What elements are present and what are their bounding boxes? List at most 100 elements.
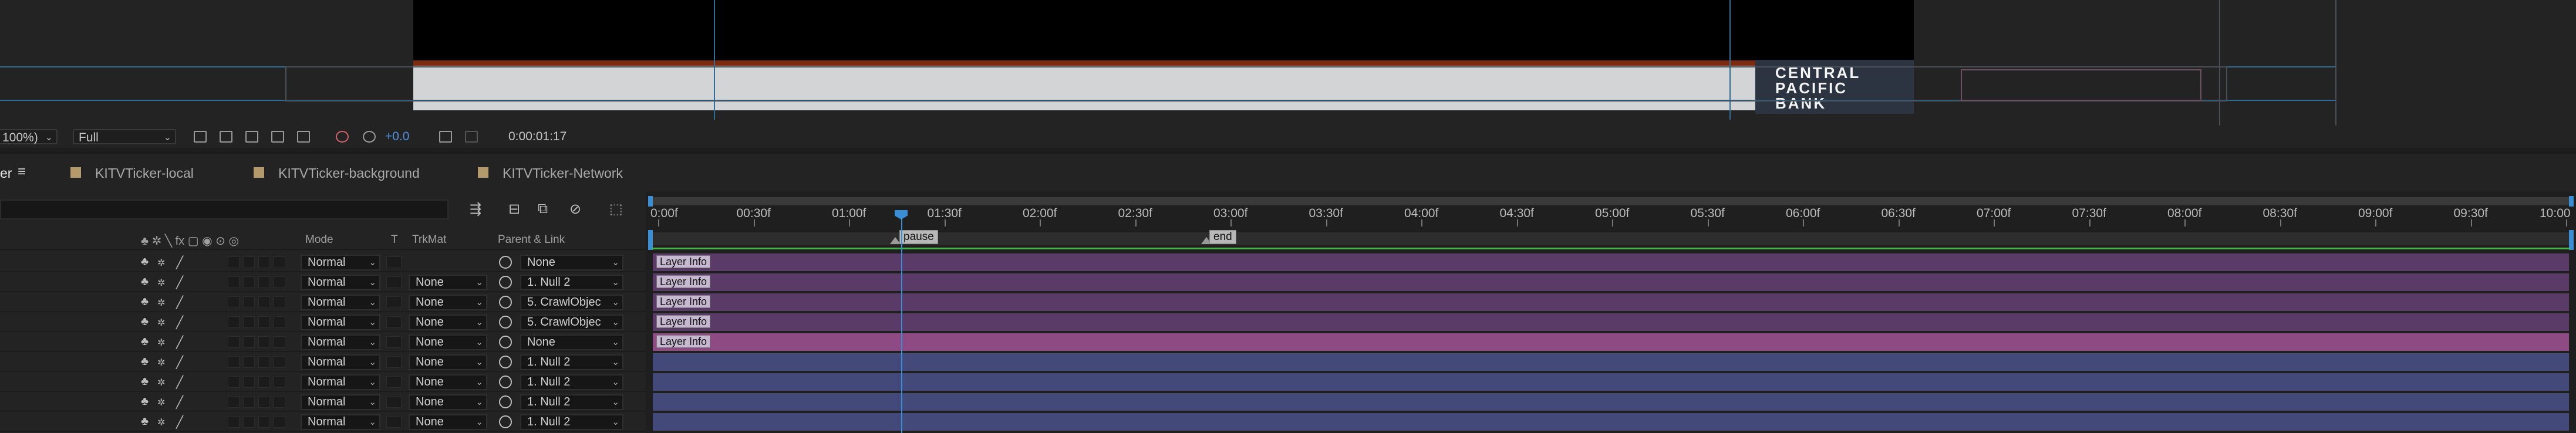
motion-blur-switch[interactable] <box>258 316 270 328</box>
exposure-value[interactable]: +0.0 <box>385 129 409 144</box>
layer-duration-bar[interactable] <box>653 353 2569 371</box>
shy-layers-icon[interactable]: ⧉ <box>538 201 548 217</box>
trkmat-column-header[interactable]: TrkMat <box>412 234 446 246</box>
layer-duration-bar[interactable]: Layer Info <box>653 273 2569 291</box>
current-time-indicator[interactable] <box>901 218 902 433</box>
guide-vertical-right[interactable] <box>1729 0 1731 120</box>
shy-icon[interactable]: ♣ <box>141 395 149 408</box>
layer-row[interactable]: ♣ ✲ ╱ Normal ⌄ None ⌄ <box>0 252 646 272</box>
mode-dropdown[interactable]: Normal ⌄ <box>301 394 380 410</box>
layer-duration-bar[interactable]: Layer Info <box>653 313 2569 331</box>
graph-editor-icon[interactable]: ⬚ <box>609 201 623 218</box>
motion-blur-switch[interactable] <box>258 356 270 368</box>
layer-duration-bar[interactable]: Layer Info <box>653 333 2569 351</box>
layer-row[interactable]: ♣ ✲ ╱ Normal ⌄ None ⌄ 1. Null 2 ⌄ <box>0 412 646 432</box>
preserve-transparency-switch[interactable] <box>386 256 402 268</box>
shy-icon[interactable]: ♣ <box>141 355 149 368</box>
effect-switch[interactable] <box>228 396 240 408</box>
viewer-timecode[interactable]: 0:00:01:17 <box>508 129 567 144</box>
quality-icon[interactable]: ╱ <box>176 295 183 310</box>
quality-icon[interactable]: ╱ <box>176 255 183 270</box>
quality-icon[interactable]: ╱ <box>176 415 183 429</box>
motion-blur-switch[interactable] <box>258 336 270 348</box>
layer-row[interactable]: ♣ ✲ ╱ Normal ⌄ None ⌄ 1. Null 2 ⌄ <box>0 272 646 292</box>
layer-marker-tag[interactable]: Layer Info <box>656 295 711 308</box>
effect-switch[interactable] <box>228 296 240 308</box>
work-area-start-handle[interactable] <box>648 196 653 207</box>
collapse-icon[interactable]: ✲ <box>157 257 165 269</box>
zoom-dropdown[interactable]: 100%) ⌄ <box>0 129 58 144</box>
layer-search-input[interactable] <box>0 199 449 219</box>
trkmat-dropdown[interactable]: None ⌄ <box>409 374 487 390</box>
region-icon[interactable] <box>194 131 207 143</box>
layer-marker-tag[interactable]: Layer Info <box>656 275 711 288</box>
effect-switch[interactable] <box>228 356 240 368</box>
adjustment-switch[interactable] <box>274 316 285 328</box>
mode-dropdown[interactable]: Normal ⌄ <box>301 374 380 390</box>
parent-dropdown[interactable]: None ⌄ <box>520 334 623 350</box>
collapse-icon[interactable]: ✲ <box>157 397 165 408</box>
shy-icon[interactable]: ♣ <box>141 375 149 388</box>
preserve-transparency-switch[interactable] <box>386 276 402 288</box>
frame-blend-switch[interactable] <box>243 296 255 308</box>
parent-dropdown[interactable]: None ⌄ <box>520 255 623 270</box>
quality-icon[interactable]: ╱ <box>176 355 183 370</box>
layer-row[interactable]: ♣ ✲ ╱ Normal ⌄ None ⌄ 1. Null 2 ⌄ <box>0 352 646 372</box>
mode-dropdown[interactable]: Normal ⌄ <box>301 334 380 350</box>
layer-row[interactable]: ♣ ✲ ╱ Normal ⌄ None ⌄ 1. Null 2 ⌄ <box>0 372 646 392</box>
preserve-transparency-switch[interactable] <box>386 296 402 308</box>
snapshot-icon[interactable] <box>465 131 478 143</box>
preserve-transparency-switch[interactable] <box>386 416 402 428</box>
frame-blend-switch[interactable] <box>243 316 255 328</box>
effect-switch[interactable] <box>228 336 240 348</box>
work-area-end-handle[interactable] <box>2569 196 2574 207</box>
collapse-icon[interactable]: ✲ <box>157 417 165 428</box>
pickwhip-icon[interactable] <box>499 395 512 408</box>
mode-dropdown[interactable]: Normal ⌄ <box>301 295 380 310</box>
pickwhip-icon[interactable] <box>499 376 512 388</box>
collapse-icon[interactable]: ✲ <box>157 337 165 349</box>
work-area-bar[interactable] <box>652 197 2570 205</box>
adjustment-switch[interactable] <box>274 256 285 268</box>
preserve-transparency-switch[interactable] <box>386 356 402 368</box>
pickwhip-icon[interactable] <box>499 256 512 269</box>
layer-row[interactable]: ♣ ✲ ╱ Normal ⌄ None ⌄ 5. CrawlObjec ⌄ <box>0 292 646 312</box>
tab-kitvticker-background[interactable]: KITVTicker-background <box>254 164 453 182</box>
exposure-icon[interactable] <box>363 131 376 143</box>
pickwhip-icon[interactable] <box>499 336 512 349</box>
parent-dropdown[interactable]: 5. CrawlObjec ⌄ <box>520 295 623 310</box>
layer-duration-bar[interactable] <box>653 393 2569 411</box>
guide-vertical-left[interactable] <box>714 0 715 120</box>
motion-blur-icon[interactable]: ⊘ <box>569 201 581 218</box>
trkmat-dropdown[interactable]: None ⌄ <box>409 394 487 410</box>
mask-icon[interactable] <box>245 131 258 143</box>
motion-blur-switch[interactable] <box>258 296 270 308</box>
layer-marker-tag[interactable]: Layer Info <box>656 315 711 328</box>
shy-icon[interactable]: ♣ <box>141 415 149 428</box>
frame-blend-switch[interactable] <box>243 336 255 348</box>
adjustment-switch[interactable] <box>274 336 285 348</box>
draft-3d-icon[interactable]: ⊟ <box>508 201 520 218</box>
menu-icon[interactable]: ≡ <box>18 163 26 181</box>
camera-icon[interactable] <box>439 131 452 143</box>
motion-blur-switch[interactable] <box>258 256 270 268</box>
parent-dropdown[interactable]: 5. CrawlObjec ⌄ <box>520 314 623 330</box>
marker-pause[interactable]: pause <box>899 230 938 244</box>
layer-duration-bar[interactable]: Layer Info <box>653 253 2569 271</box>
trkmat-dropdown[interactable]: None ⌄ <box>409 275 487 290</box>
layer-duration-bar[interactable] <box>653 373 2569 391</box>
trkmat-dropdown[interactable]: None ⌄ <box>409 314 487 330</box>
preserve-transparency-switch[interactable] <box>386 316 402 328</box>
3d-view-icon[interactable] <box>297 131 310 143</box>
frame-blend-switch[interactable] <box>243 276 255 288</box>
color-wheel-icon[interactable] <box>336 131 349 143</box>
transparency-grid-icon[interactable] <box>220 131 232 143</box>
preserve-transparency-switch[interactable] <box>386 396 402 408</box>
collapse-icon[interactable]: ✲ <box>157 357 165 368</box>
tab-kitvticker-network[interactable]: KITVTicker-Network <box>478 164 666 182</box>
pickwhip-icon[interactable] <box>499 356 512 368</box>
adjustment-switch[interactable] <box>274 376 285 388</box>
t-column-header[interactable]: T <box>391 234 398 246</box>
shy-icon[interactable]: ♣ <box>141 295 149 309</box>
guides-icon[interactable] <box>271 131 284 143</box>
